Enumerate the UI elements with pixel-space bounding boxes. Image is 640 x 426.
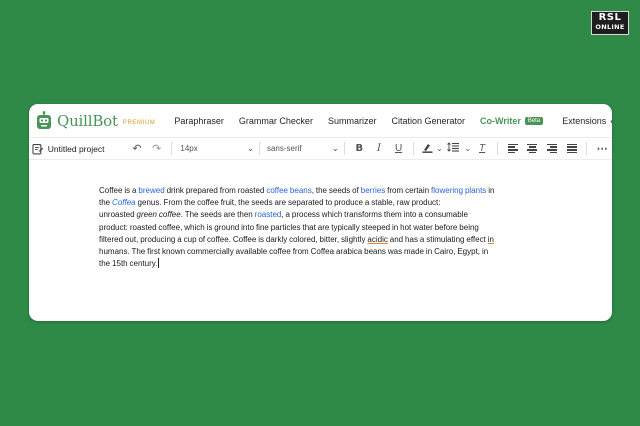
italic-icon[interactable]: I [369, 143, 389, 154]
watermark-line1: RSL [598, 12, 622, 23]
document-line: unroasted green coffee. The seeds are th… [99, 209, 529, 221]
robot-icon [37, 110, 51, 129]
grammar-suggestion-in[interactable]: in [488, 235, 494, 244]
chevron-down-icon: ⌄ [331, 144, 339, 153]
nav-summarizer[interactable]: Summarizer [328, 116, 377, 126]
chevron-down-icon[interactable]: ⌄ [463, 144, 472, 153]
text-run: , the seeds of [311, 186, 361, 195]
text-run: the [99, 198, 113, 208]
document-line: product: roasted coffee, which is ground… [99, 222, 479, 232]
nav-extensions[interactable]: Extensions▼ [562, 116, 612, 126]
font-size-select[interactable]: 14px ⌄ [180, 144, 254, 153]
link-coffea[interactable]: Coffea [112, 198, 136, 207]
font-size-value: 14px [180, 144, 198, 153]
editor-toolbar: Untitled project ↶ ↷ 14px ⌄ sans-serif ⌄… [29, 137, 612, 160]
link-brewed[interactable]: brewed [138, 186, 164, 195]
font-family-select[interactable]: sans-serif ⌄ [267, 144, 339, 153]
text-run: filtered out, producing a cup of coffee.… [99, 234, 368, 244]
font-family-value: sans-serif [266, 144, 302, 153]
text-run: , a process which transforms them into a… [281, 210, 468, 220]
text-run: . The seeds are then [180, 210, 255, 220]
quillbot-window: QuillBot PREMIUM Paraphraser Grammar Che… [29, 104, 612, 321]
watermark-line2: ONLINE [595, 23, 625, 31]
document-line: Coffee is a brewed drink prepared from r… [99, 185, 529, 197]
document-edit-icon[interactable] [32, 143, 44, 155]
undo-icon[interactable]: ↶ [127, 142, 147, 155]
document-line: the Coffea genus. From the coffee fruit,… [99, 197, 529, 209]
align-center-icon[interactable] [523, 143, 543, 154]
text-cursor [158, 258, 160, 269]
caret-down-icon: ▼ [609, 120, 612, 126]
clear-format-icon[interactable]: T [472, 143, 492, 154]
text-run: genus. From the coffee fruit, the seeds … [135, 198, 441, 208]
project-title[interactable]: Untitled project [48, 144, 127, 154]
top-navigation: QuillBot PREMIUM Paraphraser Grammar Che… [29, 104, 612, 137]
document-line: the 15th century. [99, 258, 529, 270]
nav-grammar-checker[interactable]: Grammar Checker [239, 116, 313, 126]
document-line: humans. The first known commercially ava… [99, 246, 489, 256]
document-body[interactable]: Coffee is a brewed drink prepared from r… [99, 185, 529, 270]
line-height-icon[interactable] [444, 142, 464, 155]
text-run: drink prepared from roasted [164, 186, 267, 195]
toolbar-divider [586, 142, 588, 155]
align-left-icon[interactable] [503, 143, 523, 154]
extensions-label: Extensions [562, 115, 607, 126]
premium-label: PREMIUM [122, 120, 156, 126]
toolbar-divider [258, 142, 260, 155]
toolbar-divider [343, 142, 345, 155]
toolbar-divider [171, 142, 173, 155]
italic-text: green coffee [136, 210, 181, 220]
nav-paraphraser[interactable]: Paraphraser [174, 116, 224, 126]
text-run: from certain [385, 186, 432, 195]
toolbar-divider [413, 142, 415, 155]
nav-co-writer[interactable]: Co-Writer [480, 116, 521, 126]
text-run: and has a stimulating effect [387, 234, 488, 244]
text-run: in [486, 186, 495, 195]
chevron-down-icon[interactable]: ⌄ [435, 144, 444, 153]
bold-icon[interactable]: B [350, 143, 370, 154]
align-justify-icon[interactable] [562, 143, 582, 154]
text-run: Coffee is a [99, 186, 139, 195]
quillbot-logo[interactable]: QuillBot PREMIUM [35, 110, 156, 131]
brand-name: QuillBot [57, 111, 118, 130]
redo-icon[interactable]: ↷ [147, 142, 167, 155]
rsl-online-watermark: RSL ONLINE [591, 11, 629, 35]
text-run: unroasted [99, 210, 137, 220]
link-berries[interactable]: berries [361, 186, 385, 195]
grammar-suggestion-acidic[interactable]: acidic [367, 235, 387, 244]
chevron-down-icon: ⌄ [247, 144, 254, 153]
highlight-icon[interactable] [419, 142, 435, 156]
underline-icon[interactable]: U [389, 143, 409, 154]
link-coffee-beans[interactable]: coffee beans [266, 186, 311, 195]
nav-citation-generator[interactable]: Citation Generator [391, 116, 465, 126]
more-icon[interactable]: ⋯ [592, 142, 612, 155]
beta-badge: Beta [524, 116, 544, 125]
toolbar-divider [496, 142, 498, 155]
link-flowering-plants[interactable]: flowering plants [431, 186, 486, 195]
align-right-icon[interactable] [542, 143, 562, 154]
document-line: filtered out, producing a cup of coffee.… [99, 234, 529, 246]
text-run: the 15th century. [99, 259, 158, 269]
link-roasted[interactable]: roasted [255, 210, 282, 219]
